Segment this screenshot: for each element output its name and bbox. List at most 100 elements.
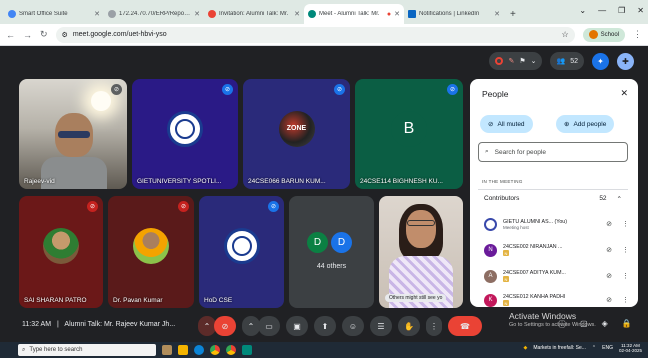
avatar: A: [484, 269, 497, 283]
tab-label: Meet - Alumni Talk: Mr.: [319, 11, 380, 17]
tab-close-icon[interactable]: ✕: [194, 10, 200, 18]
task-view-icon[interactable]: [162, 345, 172, 355]
more-icon[interactable]: ⋮: [622, 246, 629, 254]
host-controls-icon[interactable]: ✚: [617, 52, 634, 70]
self-view-tile[interactable]: Others might still see yo: [379, 196, 463, 308]
meet-app-icon[interactable]: [242, 345, 252, 355]
language-indicator[interactable]: ENG: [602, 345, 613, 351]
minimize-button[interactable]: —: [598, 6, 606, 15]
screen: Smart Office Suite ✕ 172.24.70.70/ERP/Re…: [0, 0, 648, 358]
more-icon[interactable]: ⋮: [622, 272, 629, 280]
recording-indicator[interactable]: ✎ ⚑ ⌄: [489, 52, 543, 70]
tab-smart-office[interactable]: Smart Office Suite ✕: [4, 4, 104, 24]
contributors-header[interactable]: Contributors 52 ⌃: [478, 189, 628, 207]
edge-icon[interactable]: [194, 345, 204, 355]
video-tile-barun[interactable]: ZONE ⊘ 24CSE066 BARUN KUM...: [243, 79, 350, 189]
mic-off-icon: ⊘: [222, 84, 233, 95]
list-item[interactable]: GIETU ALUMNI AS... (You) Meeting host ⊘ …: [484, 213, 629, 235]
search-input[interactable]: ⌕ Search for people: [478, 142, 628, 162]
list-item[interactable]: N 24CSE002 NIRANJAN ... N ⊘ ⋮: [484, 239, 629, 261]
contributors-count: 52: [599, 195, 607, 202]
emoji-button[interactable]: ☺: [342, 316, 364, 336]
room-light: [91, 91, 111, 111]
camera-button[interactable]: ▭: [258, 316, 280, 336]
list-item[interactable]: K 24CSE012 KANHA PADHI N ⊘ ⋮: [484, 289, 629, 307]
url-input[interactable]: ⚙ meet.google.com/uet-hbvi-yso ☆: [55, 26, 575, 43]
mic-off-icon[interactable]: ⊘: [606, 220, 612, 228]
clock[interactable]: 11:32 AM 02-04-2025: [619, 343, 642, 353]
all-muted-button[interactable]: ⊘ All muted: [480, 115, 533, 133]
tab-close-icon[interactable]: ✕: [494, 10, 500, 18]
tab-close-icon[interactable]: ✕: [294, 10, 300, 18]
mic-off-button[interactable]: ⊘: [214, 316, 236, 336]
more-options-button[interactable]: ⋮: [426, 316, 442, 336]
leave-call-button[interactable]: ☎: [448, 316, 482, 336]
close-icon[interactable]: ✕: [620, 88, 628, 99]
meet-top-controls: ✎ ⚑ ⌄ 👥 52 ✦ ✚: [489, 52, 634, 70]
role-text: Meeting host: [503, 224, 529, 230]
activities-icon[interactable]: ✦: [592, 52, 609, 70]
mic-off-icon[interactable]: ⊘: [606, 296, 612, 304]
video-tile-rajeev[interactable]: ⊘ Rajeev-vid: [19, 79, 127, 189]
chrome-icon[interactable]: [226, 345, 236, 355]
raise-hand-button[interactable]: ✋: [398, 316, 420, 336]
add-person-icon: ⊕: [564, 121, 570, 128]
back-icon[interactable]: ←: [6, 30, 15, 40]
tab-favicon-icon: [8, 10, 16, 18]
news-text[interactable]: Markets in freefall: Se...: [533, 345, 586, 351]
mic-off-icon[interactable]: ⊘: [606, 272, 612, 280]
present-button[interactable]: ⬆: [314, 316, 336, 336]
forward-icon[interactable]: →: [23, 30, 32, 40]
row-actions: ⊘ ⋮: [606, 296, 629, 304]
more-icon[interactable]: ⋮: [622, 220, 629, 228]
bookmark-star-icon[interactable]: ☆: [561, 30, 568, 39]
tab-linkedin[interactable]: Notifications | LinkedIn ✕: [404, 4, 504, 24]
mic-off-icon[interactable]: ⊘: [606, 246, 612, 254]
participant-name: GIETUNIVERSITY SPOTLI...: [137, 178, 222, 185]
tab-search-icon[interactable]: ⌄: [579, 6, 586, 15]
tab-invitation[interactable]: Invitation: Alumni Talk: Mr. ✕: [204, 4, 304, 24]
participant-name: Rajeev-vid: [24, 178, 55, 185]
others-count: 44 others: [316, 263, 347, 270]
file-explorer-icon[interactable]: [178, 345, 188, 355]
reload-icon[interactable]: ↻: [40, 29, 48, 40]
tab-meet[interactable]: Meet - Alumni Talk: Mr. ● ✕: [304, 4, 404, 24]
list-item[interactable]: A 24CSE007 ADITYA KUM... N ⊘ ⋮: [484, 265, 629, 287]
video-tile-others[interactable]: D D 44 others: [289, 196, 374, 308]
news-icon[interactable]: ◆: [524, 345, 528, 351]
avatar: N: [484, 243, 497, 257]
video-tile-bighnesh[interactable]: B ⊘ 24CSE114 BIGHNESH KU...: [355, 79, 463, 189]
section-heading: IN THE MEETING: [482, 179, 523, 184]
taskbar-search-input[interactable]: ⌕ Type here to search: [18, 344, 156, 356]
profile-photo: [133, 228, 169, 265]
more-icon[interactable]: ⋮: [622, 296, 629, 304]
new-tab-button[interactable]: +: [504, 9, 522, 24]
mic-off-icon: ⊘: [488, 121, 494, 128]
menu-kebab-icon[interactable]: ⋮: [633, 29, 642, 40]
activate-windows-title: Activate Windows: [509, 311, 577, 321]
captions-cc-button[interactable]: ☰: [370, 316, 392, 336]
site-info-icon[interactable]: ⚙: [62, 31, 68, 39]
chrome-icon[interactable]: [210, 345, 220, 355]
meeting-title: Alumni Talk: Mr. Rajeev Kumar Jh...: [64, 321, 176, 328]
video-tile-sai-sharan[interactable]: ⊘ SAI SHARAN PATRO: [19, 196, 103, 308]
tab-close-icon[interactable]: ✕: [94, 10, 100, 18]
video-tile-pavan[interactable]: ⊘ Dr. Pavan Kumar: [108, 196, 194, 308]
tab-close-icon[interactable]: ✕: [394, 10, 400, 18]
tab-erp-reports[interactable]: 172.24.70.70/ERP/Reports/Rai ✕: [104, 4, 204, 24]
maximize-button[interactable]: ❐: [618, 6, 625, 15]
captions-button[interactable]: ▣: [286, 316, 308, 336]
add-people-button[interactable]: ⊕ Add people: [556, 115, 615, 133]
taskbar-search-placeholder: Type here to search: [29, 347, 83, 353]
people-count-badge[interactable]: 👥 52: [550, 52, 584, 70]
shapes-icon[interactable]: ◈: [602, 319, 608, 330]
tray-arrow-icon[interactable]: ⌃: [592, 345, 596, 351]
profile-button[interactable]: School: [582, 27, 625, 42]
lock-icon[interactable]: 🔒: [622, 319, 632, 330]
meeting-info: 11:32 AM | Alumni Talk: Mr. Rajeev Kumar…: [22, 321, 175, 328]
video-tile-hod-cse[interactable]: ⊘ HoD CSE: [199, 196, 284, 308]
profile-label: School: [600, 31, 619, 38]
url-text: meet.google.com/uet-hbvi-yso: [72, 31, 167, 38]
video-tile-gietuniversity[interactable]: ⊘ GIETUNIVERSITY SPOTLI...: [132, 79, 238, 189]
close-window-button[interactable]: ✕: [637, 6, 644, 15]
